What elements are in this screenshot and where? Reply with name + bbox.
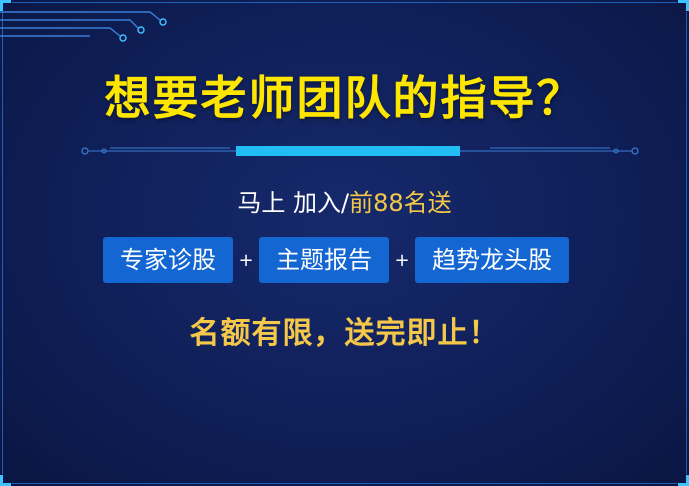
subtitle: 马上 加入/前88名送	[0, 183, 689, 218]
promo-banner: 想要老师团队的指导？ 马上 加入/前88名送 专家诊股 + 主题报告 + 趋势龙…	[0, 0, 689, 486]
benefit-tag-expert-diagnosis: 专家诊股	[103, 237, 233, 283]
subtitle-prefix: 马上 加入/	[237, 189, 350, 217]
plus-separator: +	[238, 249, 254, 271]
frame-corner-bottom-right	[678, 475, 689, 486]
subtitle-highlight: 前88名送	[349, 189, 452, 217]
frame-corner-bottom-left	[0, 475, 11, 486]
frame-line-bottom	[12, 483, 677, 484]
headline-divider	[81, 146, 639, 156]
circuit-lines-decoration	[0, 11, 167, 42]
plus-separator: +	[394, 249, 410, 271]
frame-corner-top-right	[678, 0, 689, 11]
limited-offer-notice: 名额有限，送完即止！	[189, 316, 500, 351]
benefit-tag-theme-report: 主题报告	[259, 237, 389, 283]
benefit-tags: 专家诊股 + 主题报告 + 趋势龙头股	[103, 237, 569, 283]
headline: 想要老师团队的指导？	[104, 71, 585, 125]
benefit-tag-trend-leader-stocks: 趋势龙头股	[415, 237, 569, 283]
